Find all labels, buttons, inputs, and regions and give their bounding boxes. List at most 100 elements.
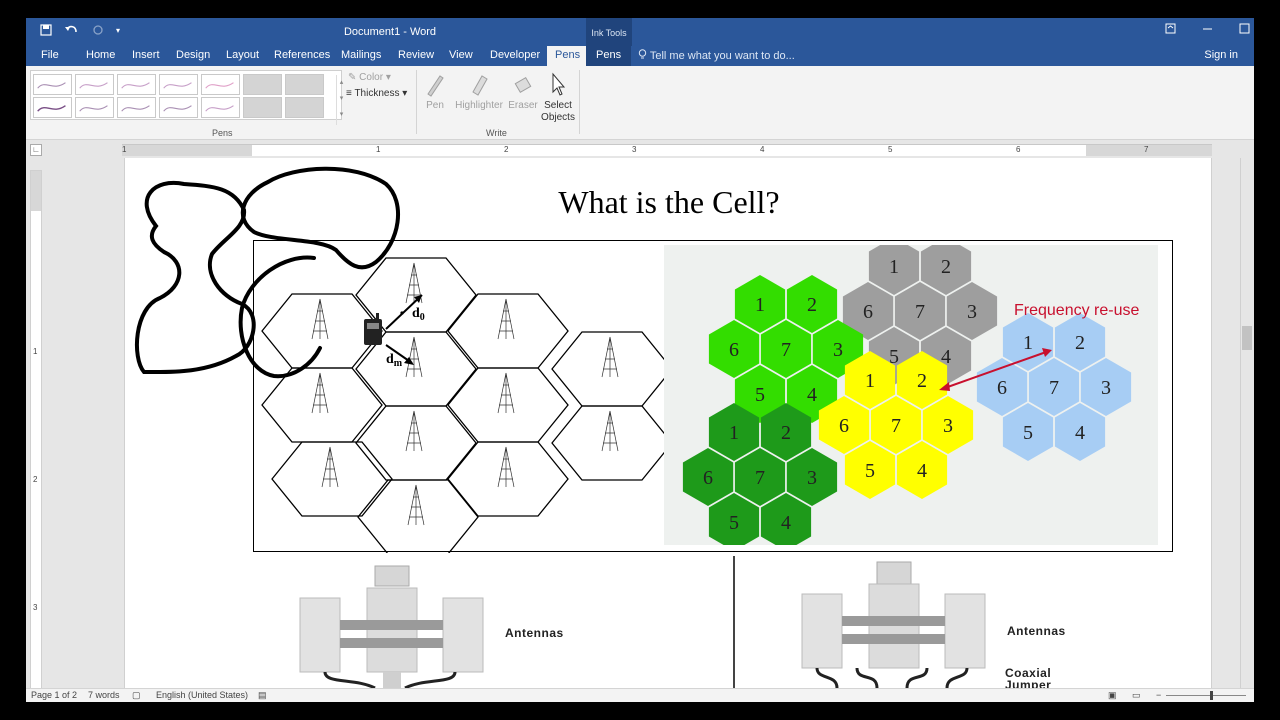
ruler-number: 1 [376,145,381,154]
pen-swatch[interactable] [117,97,156,118]
document-page[interactable]: What is the Cell? d0 dm 1 2 6 7 3 5 4 1 … [124,158,1212,688]
reuse-cell-number: 2 [1075,332,1085,354]
reuse-cell-number: 7 [1049,377,1059,399]
pen-swatch[interactable] [159,97,198,118]
cell-tower-icon [407,484,425,526]
tab-file[interactable]: File [41,49,59,61]
cell-figure[interactable]: d0 dm 1267354126735412673541267354126735… [253,237,1173,553]
ink-tools-context-label: Ink Tools [586,18,632,46]
highlighter-icon [452,70,506,100]
ruler-number: 7 [1144,145,1149,154]
pen-label: Pen [426,100,444,111]
tab-references[interactable]: References [274,49,330,61]
highlighter-swatch[interactable] [285,74,324,95]
ribbon-display-icon[interactable] [1165,23,1176,37]
ruler-number: 1 [33,347,38,356]
pens-group-label: Pens [212,128,233,138]
vertical-ruler[interactable]: 1 2 3 [30,170,42,690]
cell-tower-icon [601,336,619,378]
cursor-arrow-icon [538,70,578,100]
figure-divider [733,556,735,688]
reuse-cell-number: 3 [807,467,817,489]
reuse-cell-number: 1 [865,370,875,392]
hexagon-cell-diagram: d0 dm [261,257,673,553]
pen-swatch[interactable] [201,74,240,95]
reuse-cell-number: 3 [1101,377,1111,399]
minimize-icon[interactable] [1202,23,1213,37]
tab-pens-active[interactable]: Pens [547,46,589,67]
pen-button[interactable]: Pen [422,70,448,112]
tab-design[interactable]: Design [176,49,210,61]
gallery-scroll[interactable]: ▴ ▾ ▾ [336,75,346,125]
vertical-scrollbar[interactable] [1240,158,1254,688]
scrollbar-thumb[interactable] [1242,326,1252,350]
page-count[interactable]: Page 1 of 2 [31,690,77,700]
reuse-cell-number: 2 [917,370,927,392]
zoom-out-icon[interactable]: − [1156,690,1161,700]
maximize-icon[interactable] [1239,23,1250,37]
highlighter-swatch[interactable] [243,74,282,95]
tell-me-search[interactable]: Tell me what you want to do... [638,49,795,62]
zoom-thumb[interactable] [1210,691,1213,700]
reuse-cell-number: 1 [729,422,739,444]
tab-mailings[interactable]: Mailings [341,49,381,61]
language-indicator[interactable]: English (United States) [156,690,248,700]
proofing-icon[interactable]: ▢ [132,690,141,701]
reuse-cell-number: 7 [755,467,765,489]
word-window: ▾ Document1 - Word Ink Tools File Home I… [26,18,1254,702]
window-title: Document1 - Word [343,26,437,38]
read-mode-icon[interactable]: ▣ [1108,690,1117,701]
reuse-cell-number: 4 [1075,422,1085,444]
macro-record-icon[interactable]: ▤ [258,690,267,701]
jumper-label: Jumper [1005,678,1052,688]
ruler-margin-right [1086,145,1212,156]
word-count[interactable]: 7 words [88,690,120,700]
pen-swatch[interactable] [75,74,114,95]
select-objects-button[interactable]: Select Objects [538,70,578,124]
ruler-number: 3 [632,145,637,154]
document-heading[interactable]: What is the Cell? [125,184,1211,221]
sign-in-link[interactable]: Sign in [1204,49,1238,61]
hexagon-cell [357,479,479,553]
tab-developer[interactable]: Developer [490,49,540,61]
tab-home[interactable]: Home [86,49,115,61]
pen-swatch[interactable] [33,97,72,118]
pen-thickness-dropdown[interactable]: ≡ Thickness ▾ [346,88,407,99]
tab-ink-pens[interactable]: Pens [586,46,632,66]
reuse-cell-number: 4 [917,460,927,482]
reuse-cell-number: 1 [755,294,765,316]
ruler-number: 4 [760,145,765,154]
reuse-cell-number: 6 [839,415,849,437]
ruler-number: 5 [888,145,893,154]
pen-swatch[interactable] [33,74,72,95]
pen-thickness-label: Thickness [354,88,400,99]
highlighter-swatch[interactable] [243,97,282,118]
frequency-reuse-diagram: 12673541267354126735412673541267354 Freq… [664,237,1158,551]
label-d0: d0 [412,306,425,323]
reuse-cell-number: 2 [807,294,817,316]
tab-review[interactable]: Review [398,49,434,61]
highlighter-button[interactable]: Highlighter [452,70,506,112]
reuse-cell-number: 3 [967,301,977,323]
tab-layout[interactable]: Layout [226,49,259,61]
reuse-cell-number: 7 [915,301,925,323]
pen-swatch[interactable] [117,74,156,95]
zoom-slider[interactable] [1166,695,1246,696]
highlighter-swatch[interactable] [285,97,324,118]
ruler-number: 2 [33,475,38,484]
pen-swatch[interactable] [201,97,240,118]
tab-insert[interactable]: Insert [132,49,160,61]
tab-selector[interactable]: ∟ [30,144,42,156]
tab-view[interactable]: View [449,49,473,61]
cell-tower-icon [497,372,515,414]
horizontal-ruler[interactable]: 1 1 2 3 4 5 6 7 [122,144,1212,156]
pen-swatch[interactable] [159,74,198,95]
pen-color-icon: ✎ [348,72,357,83]
pen-swatch[interactable] [75,97,114,118]
pen-color-dropdown[interactable]: ✎ Color ▾ [348,72,391,83]
ruler-margin-top [31,171,41,211]
frequency-reuse-label: Frequency re-use [1014,302,1139,319]
web-layout-icon[interactable]: ▭ [1132,690,1141,701]
eraser-button[interactable]: Eraser [508,70,538,112]
reuse-cell-number: 6 [997,377,1007,399]
